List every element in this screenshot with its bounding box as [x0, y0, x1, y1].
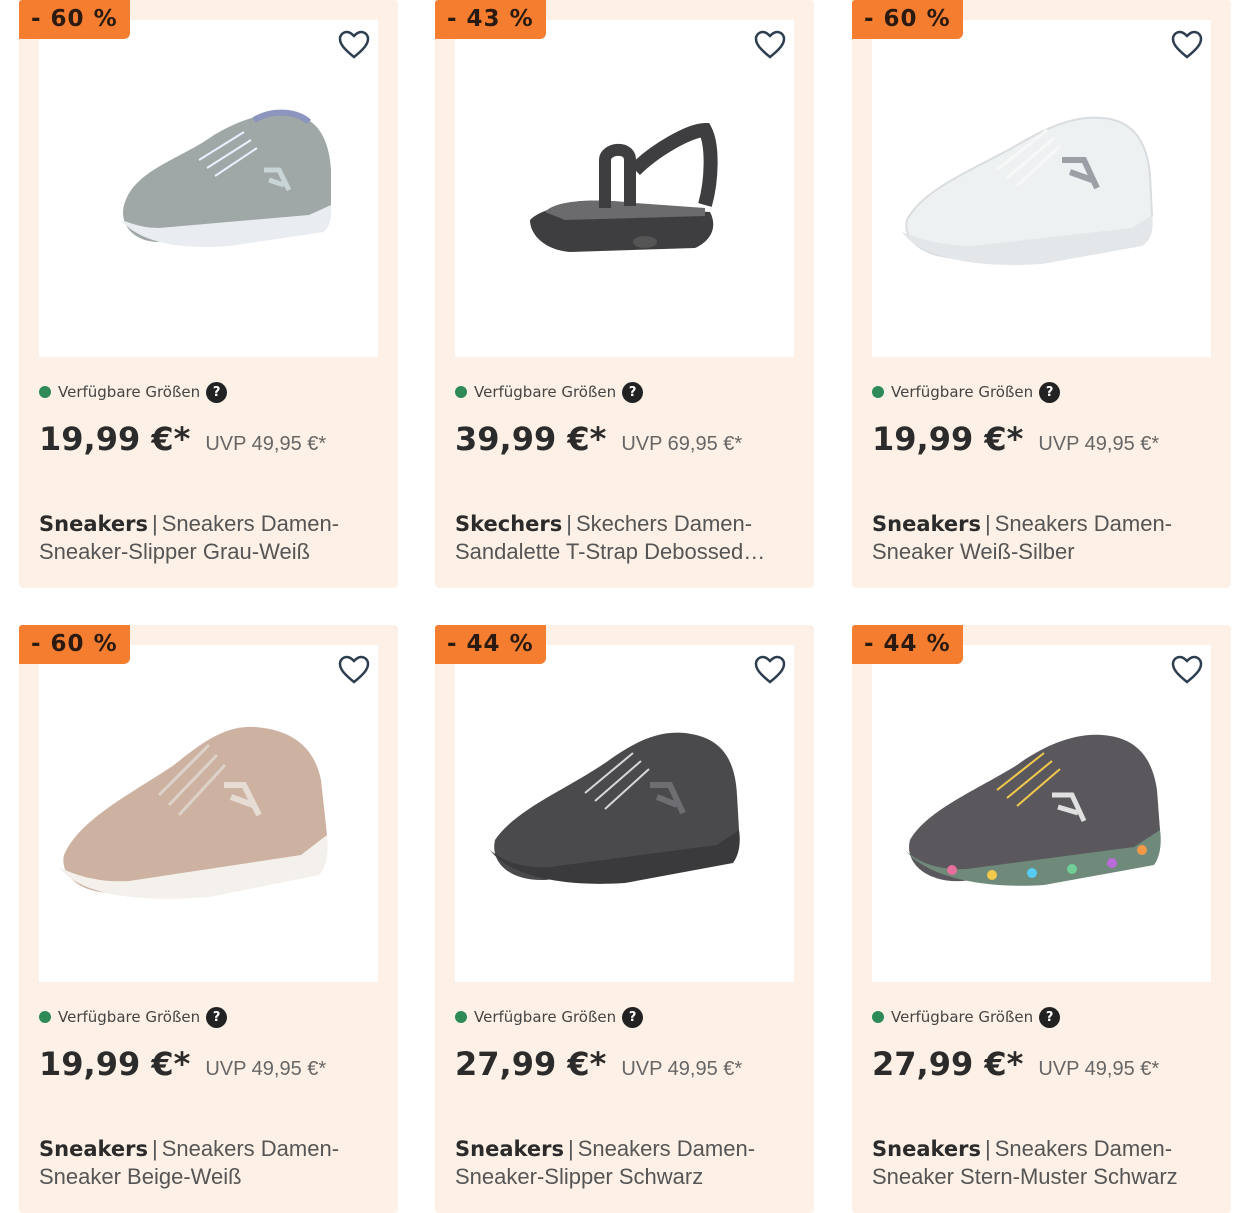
heart-icon[interactable]	[754, 655, 786, 685]
sizes-label: Verfügbare Größen	[58, 383, 201, 401]
separator: |	[568, 1136, 574, 1161]
product-image[interactable]	[39, 20, 378, 357]
product-image[interactable]	[455, 20, 794, 357]
sizes-label: Verfügbare Größen	[474, 383, 617, 401]
separator: |	[566, 511, 572, 536]
separator: |	[985, 511, 991, 536]
price-row: 19,99 €* UVP 49,95 €*	[39, 1045, 326, 1083]
sneaker-image	[902, 116, 1154, 265]
sandal-image	[530, 122, 718, 252]
product-brand: Sneakers	[39, 512, 148, 536]
price-row: 19,99 €* UVP 49,95 €*	[39, 420, 326, 458]
product-brand: Sneakers	[455, 1137, 564, 1161]
availability-dot-icon	[455, 386, 467, 398]
price-row: 19,99 €* UVP 49,95 €*	[872, 420, 1159, 458]
product-card[interactable]: - 43 % Verfügbare Größen ? 39,99 €* UVP …	[435, 0, 814, 588]
price-row: 39,99 €* UVP 69,95 €*	[455, 420, 742, 458]
availability-dot-icon	[39, 386, 51, 398]
product-brand: Skechers	[455, 512, 563, 536]
product-brand: Sneakers	[872, 1137, 981, 1161]
availability-dot-icon	[872, 1011, 884, 1023]
heart-icon[interactable]	[338, 30, 370, 60]
sneaker-image	[59, 726, 328, 899]
available-sizes: Verfügbare Größen ?	[872, 381, 1061, 403]
current-price: 27,99 €*	[455, 1045, 607, 1083]
product-image[interactable]	[872, 645, 1211, 982]
heart-icon[interactable]	[1171, 655, 1203, 685]
availability-dot-icon	[872, 386, 884, 398]
price-row: 27,99 €* UVP 49,95 €*	[455, 1045, 742, 1083]
product-title[interactable]: Skechers | Skechers Damen-Sandalette T-Str…	[455, 510, 795, 565]
available-sizes: Verfügbare Größen ?	[39, 1006, 228, 1028]
product-card[interactable]: - 60 % Verfügbare Größen ? 19,99 €* UVP …	[19, 0, 398, 588]
product-image[interactable]	[455, 645, 794, 982]
product-card[interactable]: - 44 % Verfügbare Größen ? 27,99 €* UVP …	[852, 625, 1231, 1213]
sizes-label: Verfügbare Größen	[891, 1008, 1034, 1026]
uvp-price: UVP 49,95 €*	[621, 1058, 743, 1080]
product-brand: Sneakers	[872, 512, 981, 536]
product-brand: Sneakers	[39, 1137, 148, 1161]
product-title[interactable]: Sneakers | Sneakers Damen-Sneaker Beige-We…	[39, 1135, 379, 1190]
product-title[interactable]: Sneakers | Sneakers Damen-Sneaker Stern-Mu…	[872, 1135, 1212, 1190]
uvp-price: UVP 49,95 €*	[1038, 1058, 1160, 1080]
product-title[interactable]: Sneakers | Sneakers Damen-Sneaker Weiß-Sil…	[872, 510, 1212, 565]
current-price: 19,99 €*	[872, 420, 1024, 458]
discount-badge: - 44 %	[852, 625, 963, 664]
product-card[interactable]: - 60 % Verfügbare Größen ? 19,99 €* UVP …	[19, 625, 398, 1213]
uvp-price: UVP 49,95 €*	[205, 433, 327, 455]
discount-badge: - 44 %	[435, 625, 546, 664]
product-title[interactable]: Sneakers | Sneakers Damen-Sneaker-Slipper …	[39, 510, 379, 565]
separator: |	[152, 511, 158, 536]
available-sizes: Verfügbare Größen ?	[872, 1006, 1061, 1028]
sneaker-image	[121, 109, 332, 247]
help-icon[interactable]: ?	[206, 381, 228, 403]
availability-dot-icon	[39, 1011, 51, 1023]
discount-badge: - 60 %	[19, 625, 130, 664]
separator: |	[152, 1136, 158, 1161]
available-sizes: Verfügbare Größen ?	[455, 381, 644, 403]
product-card[interactable]: - 44 % Verfügbare Größen ? 27,99 €* UVP …	[435, 625, 814, 1213]
help-icon[interactable]: ?	[622, 381, 644, 403]
product-card[interactable]: - 60 % Verfügbare Größen ? 19,99 €* UVP …	[852, 0, 1231, 588]
help-icon[interactable]: ?	[206, 1006, 228, 1028]
available-sizes: Verfügbare Größen ?	[39, 381, 228, 403]
product-grid: - 60 % Verfügbare Größen ? 19,99 €* UVP …	[0, 0, 1250, 1213]
current-price: 39,99 €*	[455, 420, 607, 458]
help-icon[interactable]: ?	[1039, 381, 1061, 403]
price-row: 27,99 €* UVP 49,95 €*	[872, 1045, 1159, 1083]
availability-dot-icon	[455, 1011, 467, 1023]
product-image[interactable]	[39, 645, 378, 982]
help-icon[interactable]: ?	[1039, 1006, 1061, 1028]
current-price: 27,99 €*	[872, 1045, 1024, 1083]
sneaker-image	[905, 734, 1161, 886]
product-title[interactable]: Sneakers | Sneakers Damen-Sneaker-Slipper …	[455, 1135, 795, 1190]
sneaker-image	[490, 732, 740, 884]
uvp-price: UVP 49,95 €*	[1038, 433, 1160, 455]
uvp-price: UVP 69,95 €*	[621, 433, 743, 455]
sizes-label: Verfügbare Größen	[58, 1008, 201, 1026]
available-sizes: Verfügbare Größen ?	[455, 1006, 644, 1028]
heart-icon[interactable]	[1171, 30, 1203, 60]
heart-icon[interactable]	[754, 30, 786, 60]
help-icon[interactable]: ?	[622, 1006, 644, 1028]
sizes-label: Verfügbare Größen	[474, 1008, 617, 1026]
discount-badge: - 60 %	[19, 0, 130, 39]
uvp-price: UVP 49,95 €*	[205, 1058, 327, 1080]
separator: |	[985, 1136, 991, 1161]
discount-badge: - 43 %	[435, 0, 546, 39]
discount-badge: - 60 %	[852, 0, 963, 39]
sizes-label: Verfügbare Größen	[891, 383, 1034, 401]
current-price: 19,99 €*	[39, 420, 191, 458]
product-image[interactable]	[872, 20, 1211, 357]
current-price: 19,99 €*	[39, 1045, 191, 1083]
heart-icon[interactable]	[338, 655, 370, 685]
